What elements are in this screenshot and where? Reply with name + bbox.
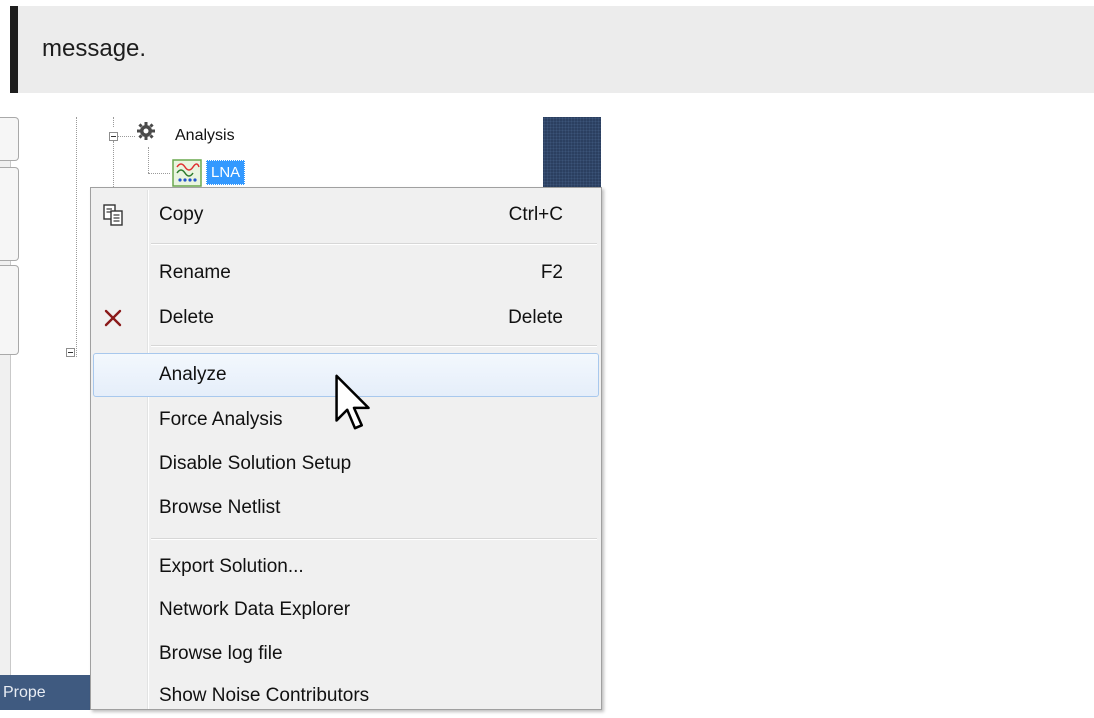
- tree-line: [148, 147, 149, 173]
- dock-tab-2[interactable]: [0, 167, 19, 261]
- menu-item-label: Browse log file: [159, 643, 283, 664]
- menu-item-disable-solution-setup[interactable]: Disable Solution Setup: [93, 442, 599, 486]
- menu-item-copy[interactable]: Copy Ctrl+C: [93, 193, 599, 237]
- menu-item-delete[interactable]: Delete Delete: [93, 296, 599, 340]
- menu-item-label: Rename: [159, 262, 231, 283]
- banner-text: message.: [42, 35, 147, 62]
- tree-item-analysis[interactable]: Analysis: [175, 127, 235, 145]
- menu-item-label: Copy: [159, 204, 204, 225]
- tree-line: [76, 117, 77, 357]
- tree-collapse-toggle[interactable]: [109, 132, 118, 141]
- message-banner: message.: [10, 6, 1094, 93]
- tree-line: [113, 117, 114, 127]
- menu-item-label: Show Noise Contributors: [159, 685, 370, 706]
- menu-item-label: Analyze: [159, 364, 227, 385]
- menu-separator: [151, 538, 597, 540]
- analysis-gear-icon: [137, 122, 155, 140]
- tree-line: [148, 173, 170, 174]
- menu-separator: [151, 243, 597, 245]
- sweep-chart-icon: [172, 159, 202, 187]
- menu-item-label: Browse Netlist: [159, 497, 281, 518]
- menu-item-export-solution[interactable]: Export Solution...: [93, 545, 599, 589]
- menu-separator: [151, 345, 597, 347]
- copy-icon: [103, 204, 123, 226]
- delete-x-icon: [104, 309, 122, 327]
- menu-item-show-noise-contributors[interactable]: Show Noise Contributors: [93, 674, 599, 718]
- menu-item-label: Network Data Explorer: [159, 599, 351, 620]
- menu-item-rename[interactable]: Rename F2: [93, 251, 599, 295]
- menu-item-label: Delete: [159, 307, 214, 328]
- menu-item-label: Disable Solution Setup: [159, 453, 352, 474]
- menu-item-network-data-explorer[interactable]: Network Data Explorer: [93, 588, 599, 632]
- banner-accent-bar: [10, 6, 18, 93]
- properties-tab[interactable]: Prope: [0, 675, 93, 710]
- menu-item-label: Force Analysis: [159, 409, 283, 430]
- tree-collapse-toggle[interactable]: [66, 348, 75, 357]
- canvas-background: [543, 117, 601, 187]
- dock-tab-3[interactable]: [0, 265, 19, 355]
- menu-item-browse-log-file[interactable]: Browse log file: [93, 632, 599, 676]
- menu-item-shortcut: Ctrl+C: [508, 204, 563, 225]
- dock-tab-1[interactable]: [0, 117, 19, 161]
- tree-line: [117, 136, 135, 137]
- context-menu: Copy Ctrl+C Rename F2 Delete Delete Anal…: [90, 187, 602, 710]
- menu-item-shortcut: Delete: [508, 307, 563, 328]
- tree-line: [113, 141, 114, 187]
- menu-item-browse-netlist[interactable]: Browse Netlist: [93, 486, 599, 530]
- menu-item-label: Export Solution...: [159, 556, 304, 577]
- tree-item-lna-selected[interactable]: LNA: [206, 160, 246, 185]
- menu-item-shortcut: F2: [540, 262, 563, 283]
- mouse-pointer-icon: [335, 374, 370, 430]
